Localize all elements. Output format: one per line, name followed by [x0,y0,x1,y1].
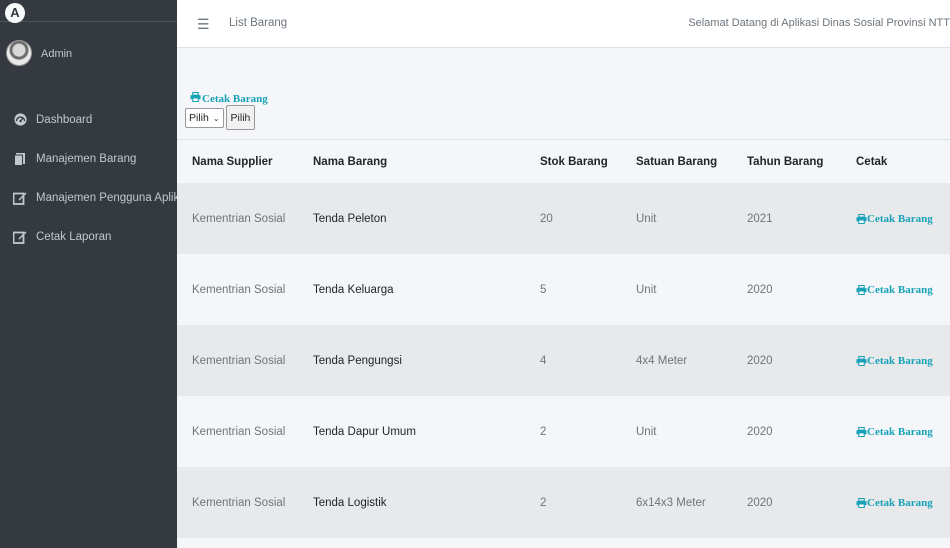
dashboard-icon [13,113,27,127]
cell-satuan: Unit [636,283,657,296]
cetak-label: Cetak Barang [867,496,933,509]
cetak-barang-row-link[interactable]: Cetak Barang [856,497,933,509]
cell-stok: 2 [540,496,547,509]
filter-bar: Pilih ⌄ Pilih [185,105,256,130]
cetak-label: Cetak Barang [867,354,933,367]
table-row: Kementrian Sosial Tenda Keluarga 5 Unit … [177,254,950,325]
user-name[interactable]: Admin [41,48,72,60]
print-icon [190,91,201,105]
pilih-button[interactable]: Pilih [225,105,256,130]
cell-satuan: Unit [636,425,657,438]
sidebar-item-manajemen-pengguna[interactable]: Manajemen Pengguna Aplik [0,178,177,217]
table-header: Nama Supplier Nama Barang Stok Barang Sa… [177,139,950,183]
column-header[interactable]: Nama Barang [313,156,387,168]
sidebar-item-label: Dashboard [36,113,93,126]
cell-tahun: 2020 [747,496,773,509]
cell-tahun: 2020 [747,283,773,296]
page-title: List Barang [229,17,288,29]
cell-supplier: Kementrian Sosial [192,496,286,509]
cetak-barang-row-link[interactable]: Cetak Barang [856,355,933,367]
top-navbar: ☰ List Barang Selamat Datang di Aplikasi… [177,0,950,48]
cell-stok: 4 [540,354,547,367]
cell-supplier: Kementrian Sosial [192,354,286,367]
sidebar-nav: Dashboard Manajemen Barang Manajemen Pen… [0,100,177,256]
sidebar-item-label: Cetak Laporan [36,230,112,243]
cetak-barang-row-link[interactable]: Cetak Barang [856,284,933,296]
edit-icon [13,230,27,244]
column-header[interactable]: Satuan Barang [636,156,717,168]
cetak-barang-link[interactable]: Cetak Barang [190,91,268,105]
table-row: Kementrian Sosial Tenda Logistik 2 6x14x… [177,467,950,538]
cell-stok: 2 [540,425,547,438]
print-icon [856,284,867,295]
cell-barang: Tenda Keluarga [313,283,394,296]
avatar[interactable] [6,40,32,66]
sidebar: A Admin Dashboard Manajemen Barang Manaj… [0,0,177,548]
print-icon [856,497,867,508]
print-icon [856,213,867,224]
barang-table: Nama Supplier Nama Barang Stok Barang Sa… [177,139,950,538]
column-header[interactable]: Tahun Barang [747,156,823,168]
edit-icon [13,191,27,205]
user-panel[interactable]: Admin [0,36,177,68]
cell-stok: 20 [540,212,553,225]
cell-tahun: 2020 [747,354,773,367]
cell-satuan: Unit [636,212,657,225]
sidebar-item-dashboard[interactable]: Dashboard [0,100,177,139]
cell-supplier: Kementrian Sosial [192,212,286,225]
filter-select[interactable]: Pilih ⌄ [185,108,224,128]
cell-tahun: 2020 [747,425,773,438]
brand-logo[interactable]: A [5,3,25,23]
hamburger-menu-icon[interactable]: ☰ [197,17,210,31]
cell-barang: Tenda Dapur Umum [313,425,416,438]
cetak-label: Cetak Barang [867,283,933,296]
cell-supplier: Kementrian Sosial [192,425,286,438]
sidebar-item-label: Manajemen Barang [36,152,137,165]
table-row: Kementrian Sosial Tenda Dapur Umum 2 Uni… [177,396,950,467]
column-header[interactable]: Cetak [856,156,887,168]
welcome-text: Selamat Datang di Aplikasi Dinas Sosial … [688,17,950,29]
cell-stok: 5 [540,283,547,296]
cell-satuan: 6x14x3 Meter [636,496,706,509]
cell-barang: Tenda Pengungsi [313,354,402,367]
column-header[interactable]: Stok Barang [540,156,608,168]
cetak-barang-row-link[interactable]: Cetak Barang [856,426,933,438]
cetak-barang-row-link[interactable]: Cetak Barang [856,213,933,225]
brand[interactable]: A [0,0,177,23]
cell-satuan: 4x4 Meter [636,354,688,367]
cetak-barang-label: Cetak Barang [202,92,268,105]
sidebar-item-manajemen-barang[interactable]: Manajemen Barang [0,139,177,178]
cell-barang: Tenda Peleton [313,212,387,225]
table-row: Kementrian Sosial Tenda Peleton 20 Unit … [177,183,950,254]
column-header[interactable]: Nama Supplier [192,156,273,168]
filter-select-value: Pilih [189,112,209,124]
chevron-down-icon: ⌄ [212,113,220,123]
sidebar-item-cetak-laporan[interactable]: Cetak Laporan [0,217,177,256]
print-icon [856,355,867,366]
cetak-label: Cetak Barang [867,212,933,225]
cetak-label: Cetak Barang [867,425,933,438]
clipboard-icon [13,152,27,166]
print-icon [856,426,867,437]
cell-supplier: Kementrian Sosial [192,283,286,296]
table-row: Kementrian Sosial Tenda Pengungsi 4 4x4 … [177,325,950,396]
main-content: Cetak Barang Pilih ⌄ Pilih Nama Supplier… [177,48,950,548]
cell-tahun: 2021 [747,212,773,225]
cell-barang: Tenda Logistik [313,496,387,509]
sidebar-item-label: Manajemen Pengguna Aplik [36,191,177,204]
